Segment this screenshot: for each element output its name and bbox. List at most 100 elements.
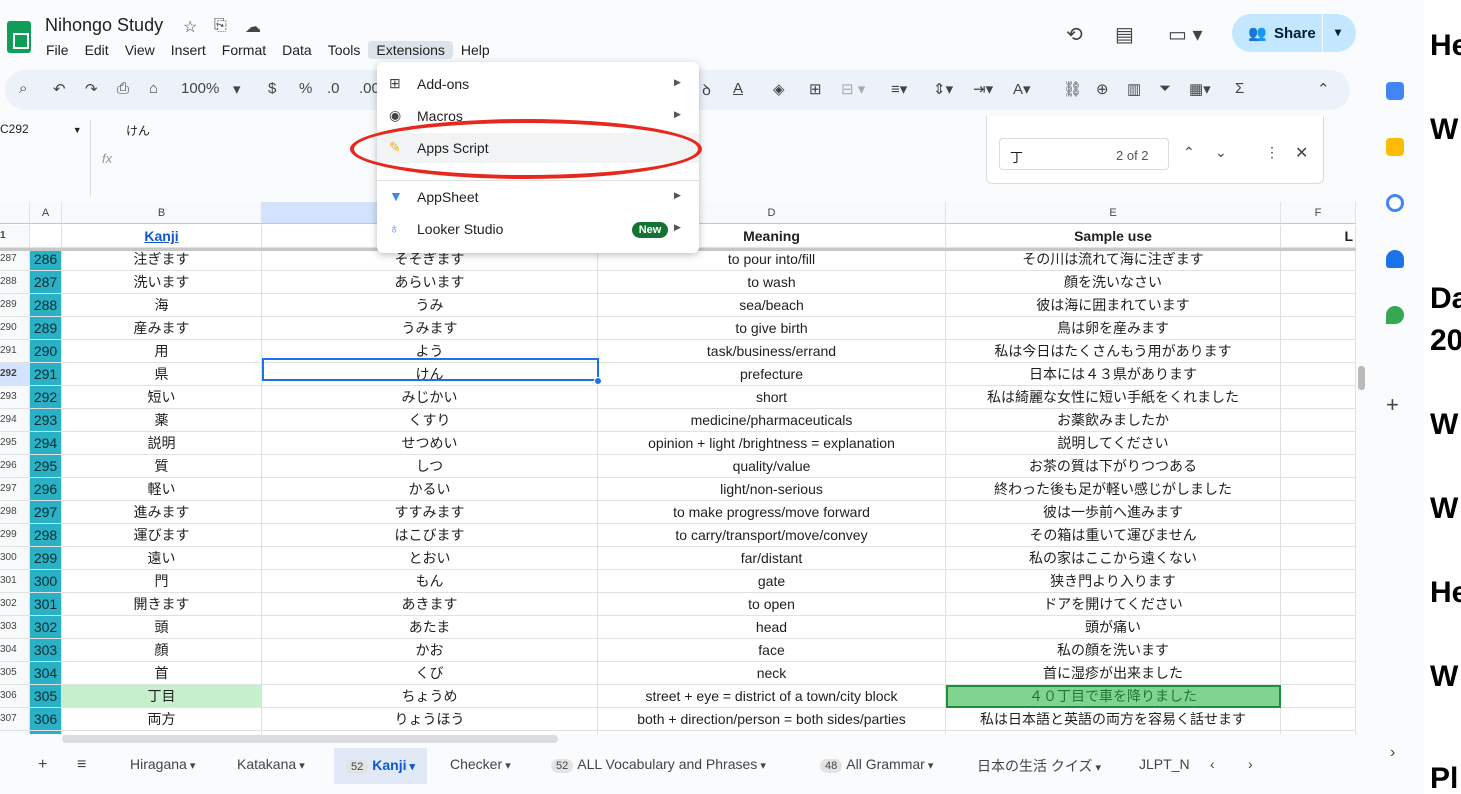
cell-a[interactable]: 292 [30,386,62,409]
cell-c[interactable]: はこびます [262,524,598,547]
cell-a[interactable]: 307 [30,731,62,734]
row-number[interactable]: 288 [0,271,30,294]
cell-e[interactable]: 説明してください [946,432,1281,455]
functions-icon[interactable]: Σ [1235,80,1244,97]
redo-icon[interactable]: ↷ [85,80,98,98]
borders-icon[interactable]: ⊞ [809,80,822,98]
cell-c[interactable]: くび [262,662,598,685]
cell-d[interactable]: to open [598,593,946,616]
horizontal-scrollbar[interactable] [62,735,558,743]
menu-help[interactable]: Help [453,41,498,59]
cell-a[interactable]: 300 [30,570,62,593]
cell-c[interactable]: りょうほう [262,708,598,731]
keep-icon[interactable] [1386,138,1404,156]
cell-b[interactable]: 海 [62,294,262,317]
tab-4[interactable]: 52 ALL Vocabulary and Phrases ▾ [551,756,766,773]
cell-a[interactable]: 288 [30,294,62,317]
print-icon[interactable]: ⎙ [117,80,129,97]
cell-f[interactable] [1281,294,1356,317]
cell-d[interactable]: neck [598,662,946,685]
cell-c[interactable]: きます [262,731,598,734]
cell-a[interactable]: 301 [30,593,62,616]
cell-d[interactable]: task/business/errand [598,340,946,363]
cell-a[interactable]: 306 [30,708,62,731]
cell-a[interactable]: 293 [30,409,62,432]
find-input[interactable]: 丁 2 of 2 [999,138,1169,170]
cell-b[interactable]: 洗います [62,271,262,294]
cell-d[interactable]: to wash [598,271,946,294]
menu-item-appsheet[interactable]: ▼ AppSheet ▶ [377,182,699,212]
row-number[interactable]: 295 [0,432,30,455]
cell-f[interactable] [1281,340,1356,363]
cell-b[interactable]: 進みます [62,501,262,524]
fill-color-icon[interactable]: ◈ [773,80,785,98]
row-number[interactable]: 292 [0,363,30,386]
tab-5[interactable]: 48 All Grammar ▾ [820,756,933,773]
fill-handle[interactable] [594,377,602,385]
vertical-scrollbar[interactable] [1358,366,1365,390]
row-number[interactable]: 306 [0,685,30,708]
cell-a[interactable]: 295 [30,455,62,478]
cell-d[interactable]: face [598,639,946,662]
tabs-scroll-right-icon[interactable]: › [1248,756,1253,772]
find-next-icon[interactable]: ⌄ [1215,144,1227,161]
row-number[interactable]: 291 [0,340,30,363]
tab-2[interactable]: 52 Kanji ▾ [334,748,428,784]
tab-1[interactable]: Katakana ▾ [237,756,305,772]
cell-a[interactable]: 291 [30,363,62,386]
collapse-toolbar-icon[interactable]: ⌃ [1317,80,1330,98]
tab-3[interactable]: Checker ▾ [450,756,511,772]
tab-dropdown-icon[interactable]: ▾ [925,760,934,772]
search-menus-icon[interactable]: ⌕ [19,80,27,97]
cell-e[interactable]: 狭き門より入ります [946,570,1281,593]
cell-e[interactable]: 私は綺麗な女性に短い手紙をくれました [946,386,1281,409]
tab-dropdown-icon[interactable]: ▾ [757,760,766,772]
cell-e[interactable]: ４０丁目で車を降りました [946,685,1281,708]
cell-d[interactable]: to live [598,731,946,734]
document-title[interactable]: Nihongo Study [45,15,163,36]
cell-a[interactable]: 294 [30,432,62,455]
cell-f[interactable] [1281,478,1356,501]
row-number[interactable]: 304 [0,639,30,662]
row-number[interactable]: 303 [0,616,30,639]
cell-c[interactable]: ちょうめ [262,685,598,708]
calendar-icon[interactable] [1386,82,1404,100]
cell-f[interactable] [1281,524,1356,547]
sheet-grid[interactable]: A B C D E F 1 Kanji Meaning Sample use L… [0,202,1356,734]
cell-b[interactable]: 頭 [62,616,262,639]
cell-e[interactable]: 日本には４３県があります [946,363,1281,386]
filter-icon[interactable]: ⏷ [1159,80,1171,97]
menu-file[interactable]: File [38,41,77,59]
tab-6[interactable]: 日本の生活 クイズ ▾ [977,756,1101,776]
row-number[interactable]: 307 [0,708,30,731]
cell-d[interactable]: to carry/transport/move/convey [598,524,946,547]
cell-a[interactable]: 286 [30,248,62,271]
paint-format-icon[interactable]: ⌂ [149,80,158,97]
sheets-logo-icon[interactable] [7,21,31,53]
menu-edit[interactable]: Edit [77,41,117,59]
column-header-a[interactable]: A [30,202,62,224]
cell-b[interactable]: 開きます [62,593,262,616]
cell-f[interactable] [1281,455,1356,478]
cell-f[interactable] [1281,386,1356,409]
cloud-status-icon[interactable]: ☁ [245,17,261,37]
cell-e[interactable]: お薬飲みましたか [946,409,1281,432]
cell-e[interactable]: お茶の質は下がりつつある [946,455,1281,478]
row-number[interactable]: 299 [0,524,30,547]
cell-f[interactable] [1281,593,1356,616]
row-number[interactable]: 289 [0,294,30,317]
cell-f[interactable] [1281,363,1356,386]
move-folder-icon[interactable]: ⎘ [214,17,227,35]
cell-f[interactable] [1281,432,1356,455]
menu-view[interactable]: View [117,41,163,59]
horizontal-align-icon[interactable]: ≡▾ [891,80,907,98]
cell-e[interactable]: 母は百まで生きます [946,731,1281,734]
share-dropdown-icon[interactable]: ▾ [1335,25,1341,39]
cell-a[interactable]: 297 [30,501,62,524]
cell-b[interactable]: 質 [62,455,262,478]
column-header-b[interactable]: B [62,202,262,224]
cell-f[interactable] [1281,731,1356,734]
cell-a[interactable]: 296 [30,478,62,501]
text-color-icon[interactable]: A [733,80,743,97]
cell-e[interactable]: 彼は一歩前へ進みます [946,501,1281,524]
